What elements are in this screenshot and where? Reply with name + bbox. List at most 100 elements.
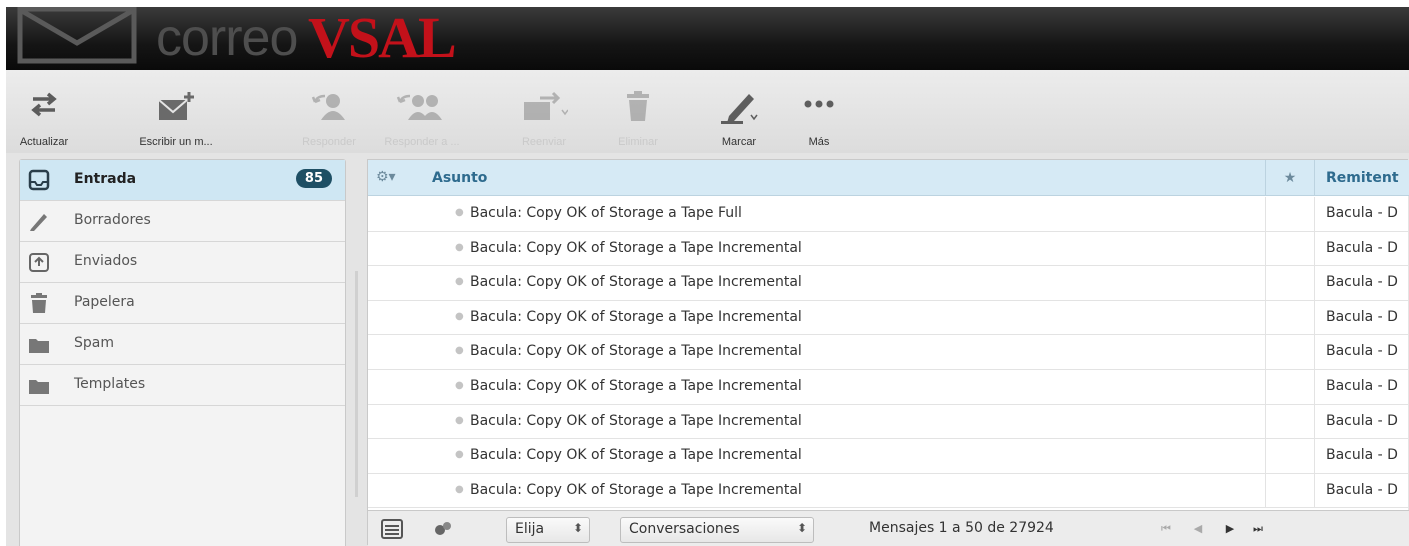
message-list-header: ⚙▾ Asunto ★ Remitent (368, 160, 1409, 196)
trash-icon (31, 293, 47, 313)
mark-button[interactable]: Marcar (706, 70, 772, 153)
message-subject: Bacula: Copy OK of Storage a Tape Increm… (470, 343, 802, 360)
folder-drafts[interactable]: Borradores (20, 201, 345, 242)
folder-label: Borradores (74, 212, 151, 228)
threads-dropdown-value: Conversaciones (629, 521, 740, 537)
message-row[interactable]: ● Bacula: Copy OK of Storage a Tape Incre… (368, 231, 1409, 267)
flag-cell[interactable] (1265, 231, 1315, 266)
unread-count-badge: 85 (295, 169, 332, 188)
inbox-icon (28, 169, 50, 191)
message-subject: Bacula: Copy OK of Storage a Tape Increm… (470, 308, 802, 325)
app-header: correo VSAL (6, 7, 1409, 70)
message-sender: Bacula - D (1326, 343, 1398, 360)
message-subject: Bacula: Copy OK of Storage a Tape Full (470, 205, 742, 221)
reply-all-button[interactable]: Responder a ... (374, 70, 470, 153)
message-sender: Bacula - D (1326, 239, 1398, 256)
compose-icon (158, 92, 194, 120)
message-row[interactable]: ● Bacula: Copy OK of Storage a Tape Incre… (368, 473, 1409, 509)
folder-label: Templates (74, 376, 146, 392)
select-dropdown[interactable]: Elija ⬍ (506, 517, 590, 543)
message-subject: Bacula: Copy OK of Storage a Tape Increm… (470, 378, 802, 394)
message-row[interactable]: ● Bacula: Copy OK of Storage a Tape Full B… (368, 197, 1409, 232)
message-row[interactable]: ● Bacula: Copy OK of Storage a Tape Incre… (368, 266, 1409, 301)
folder-label: Spam (74, 335, 114, 351)
more-label: Más (808, 136, 830, 148)
folder-templates[interactable]: Templates (20, 365, 345, 406)
reply-all-label: Responder a ... (384, 136, 460, 148)
folder-inbox[interactable]: Entrada 85 (20, 160, 345, 201)
message-sender: Bacula - D (1326, 412, 1398, 429)
first-page-icon[interactable]: ⏮ (1156, 519, 1176, 539)
more-button[interactable]: Más (796, 70, 842, 153)
unread-dot-icon: ● (455, 241, 464, 253)
message-subject: Bacula: Copy OK of Storage a Tape Increm… (470, 447, 802, 464)
message-sender: Bacula - D (1326, 205, 1398, 221)
message-sender: Bacula - D (1326, 481, 1398, 498)
previous-page-icon[interactable]: ◀ (1188, 519, 1208, 539)
flag-cell[interactable] (1265, 404, 1315, 439)
mark-label: Marcar (721, 136, 757, 148)
folder-trash[interactable]: Papelera (20, 283, 345, 324)
flag-cell[interactable] (1265, 370, 1315, 404)
unread-dot-icon: ● (455, 449, 464, 461)
message-sender: Bacula - D (1326, 274, 1398, 291)
folder-sent[interactable]: Enviados (20, 242, 345, 283)
refresh-label: Actualizar (19, 136, 69, 148)
updown-arrow-icon: ⬍ (572, 521, 583, 535)
top-margin (0, 0, 1409, 7)
subject-column-header[interactable]: Asunto (432, 170, 487, 186)
folder-spam[interactable]: Spam (20, 324, 345, 365)
pencil-icon (30, 214, 47, 231)
forward-icon (524, 91, 568, 120)
folder-list: Entrada 85 Borradores Enviados Papelera (19, 159, 346, 546)
message-row[interactable]: ● Bacula: Copy OK of Storage a Tape Incre… (368, 370, 1409, 405)
more-icon (804, 100, 834, 108)
compose-label: Escribir un m... (139, 136, 213, 148)
reply-icon (311, 94, 345, 120)
reply-all-icon (396, 94, 442, 120)
list-view-icon[interactable] (381, 519, 403, 539)
forward-label: Reenviar (521, 136, 567, 148)
message-sender: Bacula - D (1326, 447, 1398, 464)
resize-handle[interactable] (355, 271, 358, 497)
delete-button[interactable]: Eliminar (604, 70, 672, 153)
sender-column-header[interactable]: Remitent (1326, 170, 1399, 186)
webmail-window: correo VSAL Actualizar Escribir un m... (6, 7, 1409, 546)
reply-button[interactable]: Responder (286, 70, 372, 153)
flag-cell[interactable] (1265, 473, 1315, 508)
unread-dot-icon: ● (455, 345, 464, 357)
unread-dot-icon: ● (455, 310, 464, 322)
message-subject: Bacula: Copy OK of Storage a Tape Increm… (470, 239, 802, 256)
refresh-button[interactable]: Actualizar (6, 70, 82, 153)
flag-cell[interactable] (1265, 439, 1315, 473)
message-subject: Bacula: Copy OK of Storage a Tape Increm… (470, 274, 802, 291)
envelope-logo-icon (17, 7, 137, 64)
message-row[interactable]: ● Bacula: Copy OK of Storage a Tape Incre… (368, 439, 1409, 474)
last-page-icon[interactable]: ⏭ (1248, 519, 1268, 539)
next-page-icon[interactable]: ▶ (1220, 519, 1240, 539)
flag-cell[interactable] (1265, 335, 1315, 369)
threads-icon[interactable] (433, 520, 453, 538)
flag-cell[interactable] (1265, 266, 1315, 300)
message-row[interactable]: ● Bacula: Copy OK of Storage a Tape Incre… (368, 404, 1409, 440)
folder-icon (29, 380, 49, 394)
folder-label: Enviados (74, 253, 138, 269)
list-options-icon[interactable]: ⚙▾ (376, 169, 396, 185)
sent-icon (29, 253, 49, 272)
compose-button[interactable]: Escribir un m... (114, 70, 238, 153)
logo-word: correo (156, 9, 298, 67)
delete-label: Eliminar (618, 136, 658, 148)
message-row[interactable]: ● Bacula: Copy OK of Storage a Tape Incre… (368, 300, 1409, 336)
forward-button[interactable]: Reenviar (504, 70, 584, 153)
message-sender: Bacula - D (1326, 308, 1398, 325)
threads-dropdown[interactable]: Conversaciones ⬍ (620, 517, 814, 543)
unread-dot-icon: ● (455, 414, 464, 426)
folder-icon (29, 339, 49, 353)
toolbar: Actualizar Escribir un m... Responder Re… (6, 70, 1409, 153)
flag-cell[interactable] (1265, 197, 1315, 231)
flag-cell[interactable] (1265, 300, 1315, 335)
flag-column-header[interactable]: ★ (1265, 160, 1315, 196)
message-list: ⚙▾ Asunto ★ Remitent ● Bacula: Copy OK of… (367, 159, 1409, 546)
message-row[interactable]: ● Bacula: Copy OK of Storage a Tape Incre… (368, 335, 1409, 370)
refresh-icon (31, 92, 57, 117)
